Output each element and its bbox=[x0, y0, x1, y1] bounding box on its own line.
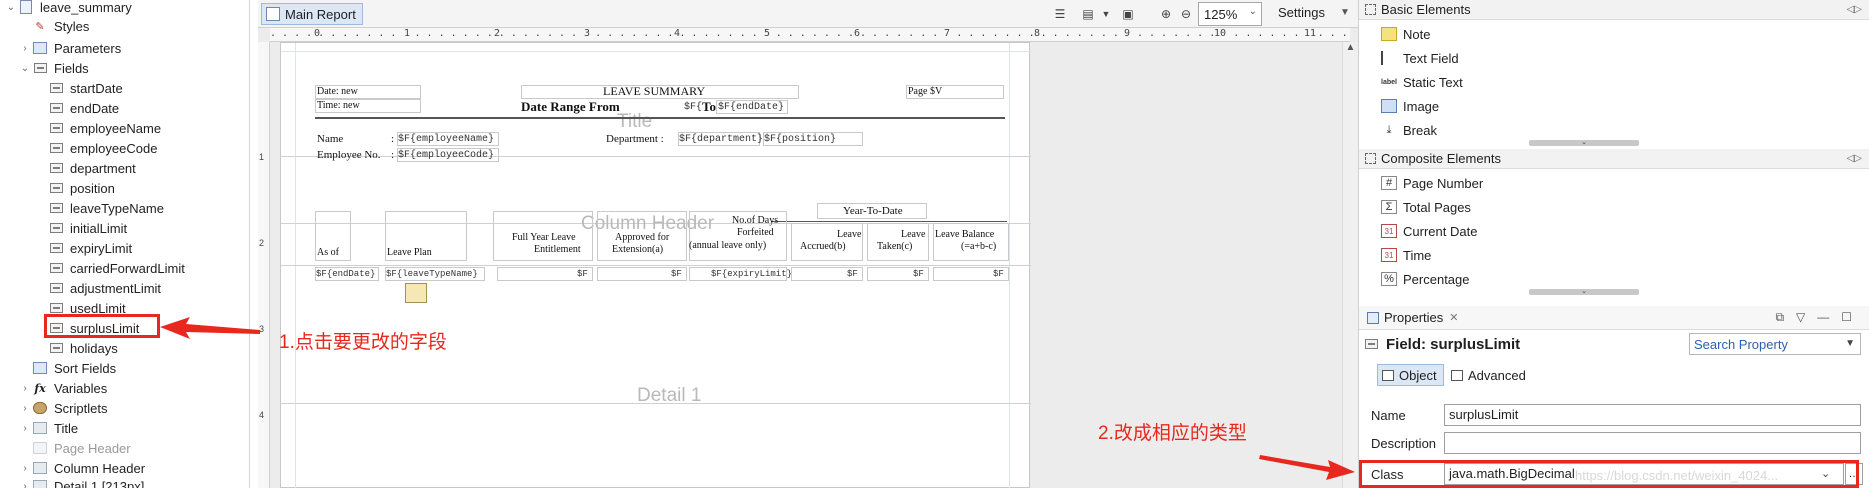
annotation-step2: 2.改成相应的类型 bbox=[1098, 423, 1247, 444]
annotation-step1: 1.点击要更改的字段 bbox=[279, 332, 447, 353]
annotation-arrows bbox=[160, 317, 1355, 480]
arrow-step1 bbox=[160, 317, 260, 339]
arrow-step2 bbox=[1259, 455, 1355, 480]
